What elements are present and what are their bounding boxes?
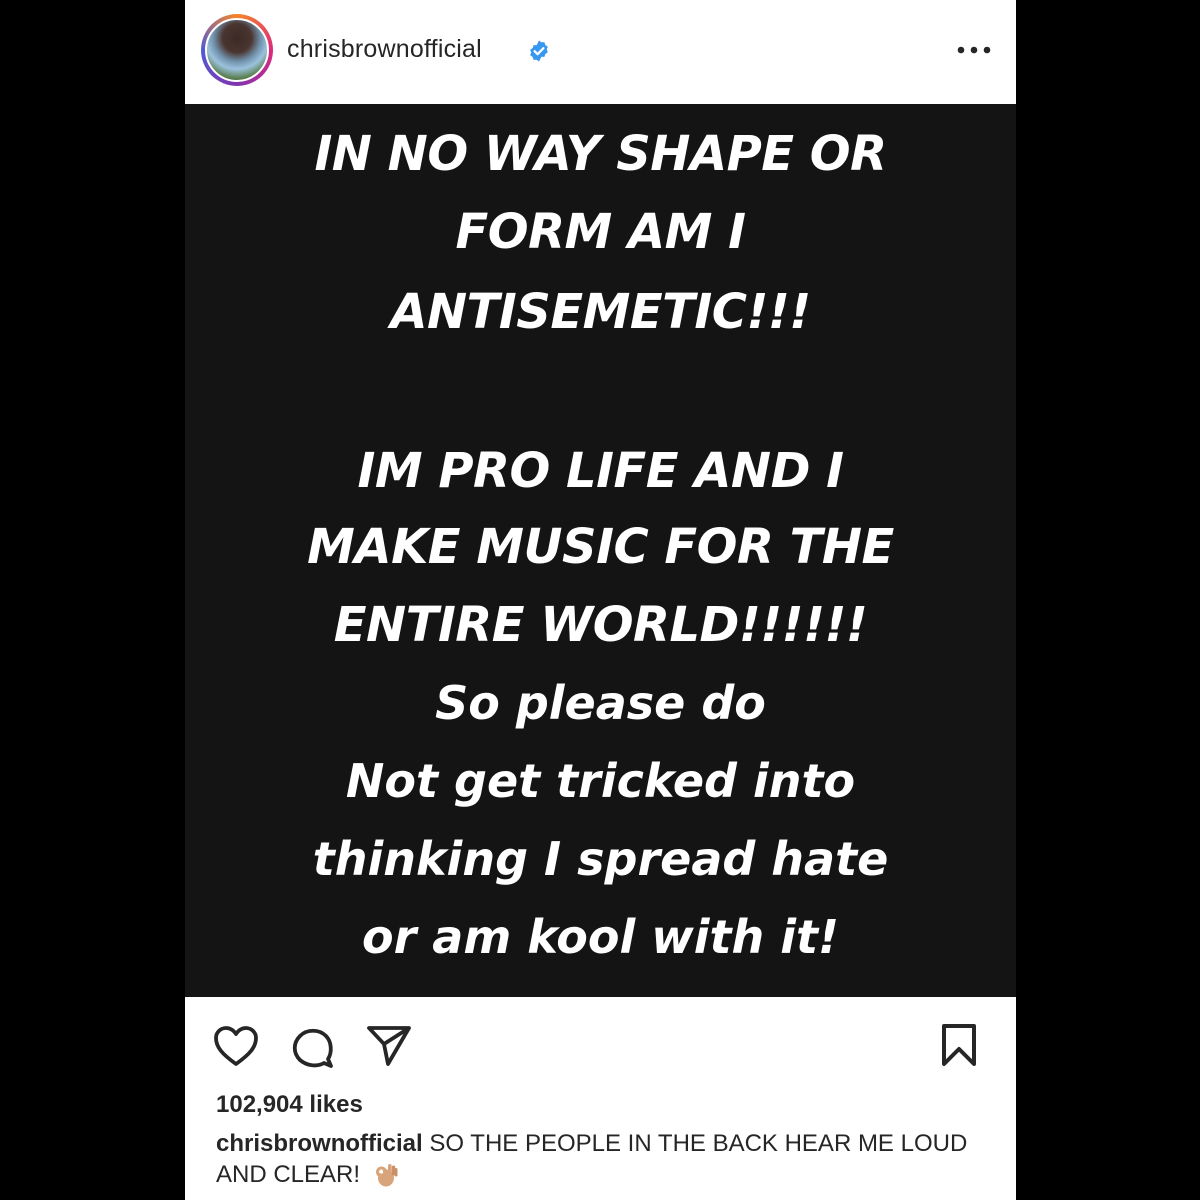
image-text-line: So please do: [435, 676, 766, 730]
comment-icon[interactable]: [291, 1026, 335, 1070]
bookmark-icon[interactable]: [940, 1023, 978, 1067]
post-actions: [185, 997, 1016, 1097]
profile-avatar[interactable]: [201, 14, 273, 86]
image-text-line: FORM AM I: [455, 204, 746, 260]
post-caption: chrisbrownofficial SO THE PEOPLE IN THE …: [216, 1128, 986, 1190]
image-text-line: IM PRO LIFE AND I: [357, 443, 844, 499]
send-icon[interactable]: [366, 1024, 412, 1068]
ok-hand-emoji: [375, 1164, 398, 1187]
avatar-image: [205, 18, 269, 82]
verified-badge-icon: [530, 40, 548, 62]
post-header: chrisbrownofficial: [185, 0, 1016, 104]
image-text-line: or am kool with it!: [362, 910, 839, 964]
image-text-line: Not get tricked into: [345, 754, 856, 808]
image-text-line: MAKE MUSIC FOR THE: [307, 519, 894, 575]
heart-icon[interactable]: [213, 1025, 259, 1067]
more-options-icon[interactable]: [957, 46, 991, 54]
image-text-line: thinking I spread hate: [312, 832, 889, 886]
image-text-line: ENTIRE WORLD!!!!!!: [333, 597, 868, 653]
likes-count[interactable]: 102,904 likes: [216, 1091, 363, 1119]
image-text-line: IN NO WAY SHAPE OR: [314, 126, 887, 182]
post-username[interactable]: chrisbrownofficial: [287, 35, 482, 64]
image-text-line: ANTISEMETIC!!!: [390, 284, 811, 340]
instagram-post-card: chrisbrownofficial IN NO WAY SHAPE OR FO…: [185, 0, 1016, 1200]
post-image[interactable]: IN NO WAY SHAPE OR FORM AM I ANTISEMETIC…: [185, 104, 1016, 997]
caption-username[interactable]: chrisbrownofficial: [216, 1130, 423, 1157]
